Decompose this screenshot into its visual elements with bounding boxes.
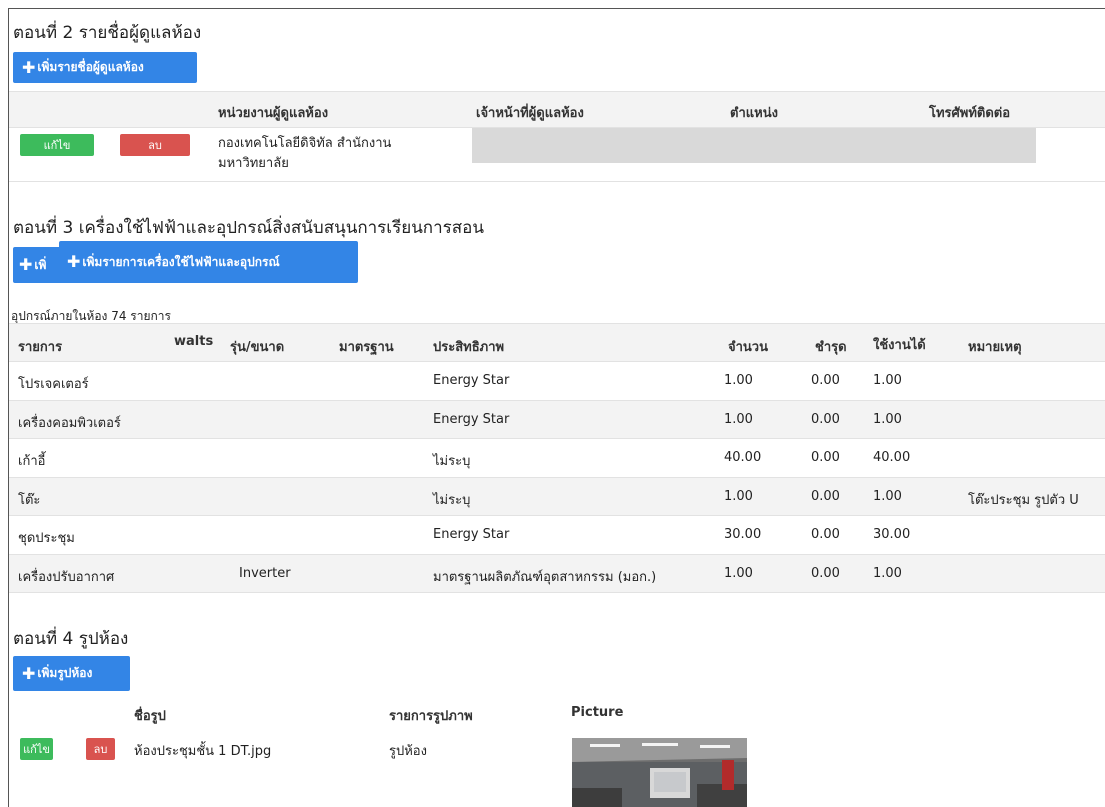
section-3-title: ตอนที่ 3 เครื่องใช้ไฟฟ้าและอุปกรณ์สิ่งสน…	[13, 218, 484, 238]
add-room-photo-button[interactable]: ✚ เพิ่มรูปห้อง	[13, 656, 130, 691]
equipment-cell-item: ชุดประชุม	[18, 531, 75, 546]
section-4-title: ตอนที่ 4 รูปห้อง	[13, 629, 129, 649]
add-caretaker-label: เพิ่มรายชื่อผู้ดูแลห้อง	[37, 60, 144, 74]
equipment-cell-usable: 1.00	[873, 411, 902, 427]
equipment-cell-efficiency: Energy Star	[433, 527, 510, 542]
equipment-cell-efficiency: ไม่ระบุ	[433, 492, 471, 508]
photo-name: ห้องประชุมชั้น 1 DT.jpg	[134, 744, 272, 759]
col-photo-category: รายการรูปภาพ	[389, 709, 473, 724]
col-picture: Picture	[571, 705, 624, 720]
equipment-cell-broken: 0.00	[811, 565, 840, 581]
col-agency: หน่วยงานผู้ดูแลห้อง	[218, 106, 329, 121]
equipment-cell-usable: 1.00	[873, 373, 902, 388]
delete-photo-button[interactable]: ลบ	[86, 738, 115, 760]
col-staff: เจ้าหน้าที่ผู้ดูแลห้อง	[476, 106, 584, 121]
caretaker-row: แก้ไข ลบ กองเทคโนโลยีดิจิทัล สำนักงาน มห…	[9, 128, 1105, 182]
col-walts: walts	[174, 334, 214, 349]
equipment-cell-broken: 0.00	[811, 373, 840, 388]
plus-icon: ✚	[22, 57, 36, 77]
col-position: ตำแหน่ง	[730, 106, 778, 121]
edit-caretaker-button[interactable]: แก้ไข	[20, 134, 94, 156]
photo-category: รูปห้อง	[389, 744, 427, 759]
col-standard: มาตรฐาน	[339, 340, 394, 355]
page-frame: ตอนที่ 2 รายชื่อผู้ดูแลห้อง ✚ เพิ่มรายชื…	[8, 8, 1105, 807]
caretaker-redacted-info	[472, 128, 1036, 163]
equipment-cell-broken: 0.00	[811, 450, 840, 465]
room-photo-thumbnail[interactable]	[572, 738, 747, 807]
add-equipment-clipped-label: เพิ่	[34, 257, 47, 272]
equipment-cell-item: เครื่องคอมพิวเตอร์	[18, 415, 121, 431]
plus-icon: ✚	[22, 663, 36, 683]
equipment-row: เครื่องปรับอากาศ Inverter มาตรฐานผลิตภัณฑ์…	[9, 554, 1105, 593]
col-model: รุ่น/ขนาด	[230, 340, 285, 355]
equipment-cell-efficiency: Energy Star	[433, 373, 510, 388]
equipment-cell-usable: 1.00	[873, 565, 902, 581]
equipment-cell-qty: 1.00	[724, 488, 753, 504]
equipment-cell-efficiency: ไม่ระบุ	[433, 454, 471, 469]
col-photo-name: ชื่อรูป	[134, 709, 166, 724]
add-equipment-label: เพิ่มรายการเครื่องใช้ไฟฟ้าและอุปกรณ์	[82, 254, 280, 269]
col-item: รายการ	[18, 340, 63, 355]
equipment-cell-qty: 1.00	[724, 565, 753, 581]
caretaker-agency-line1: กองเทคโนโลยีดิจิทัล สำนักงาน	[218, 136, 392, 151]
equipment-cell-item: โปรเจคเตอร์	[18, 377, 89, 392]
equipment-cell-qty: 30.00	[724, 527, 762, 542]
col-efficiency: ประสิทธิภาพ	[433, 340, 505, 355]
plus-icon: ✚	[67, 252, 81, 271]
equipment-cell-usable: 30.00	[873, 527, 911, 542]
equipment-cell-qty: 1.00	[724, 373, 753, 388]
equipment-cell-item: เก้าอี้	[18, 454, 46, 469]
col-qty: จำนวน	[728, 340, 768, 355]
add-caretaker-button[interactable]: ✚ เพิ่มรายชื่อผู้ดูแลห้อง	[13, 52, 197, 83]
equipment-cell-efficiency: Energy Star	[433, 411, 510, 427]
equipment-cell-broken: 0.00	[811, 527, 840, 542]
delete-caretaker-button[interactable]: ลบ	[120, 134, 190, 156]
col-usable: ใช้งานได้	[873, 338, 926, 353]
col-note: หมายเหตุ	[968, 340, 1022, 355]
equipment-row: โปรเจคเตอร์ Energy Star 1.00 0.00 1.00	[9, 362, 1105, 401]
equipment-cell-efficiency: มาตรฐานผลิตภัณฑ์อุตสาหกรรม (มอก.)	[433, 569, 657, 585]
edit-photo-button[interactable]: แก้ไข	[20, 738, 53, 760]
equipment-cell-usable: 40.00	[873, 450, 911, 465]
caretaker-agency-line2: มหาวิทยาลัย	[218, 156, 289, 171]
equipment-cell-qty: 1.00	[724, 411, 753, 427]
equipment-cell-broken: 0.00	[811, 488, 840, 504]
equipment-row: โต๊ะ ไม่ระบุ 1.00 0.00 1.00 โต๊ะประชุม รูปตัว…	[9, 477, 1105, 516]
equipment-cell-qty: 40.00	[724, 450, 762, 465]
equipment-row: เก้าอี้ ไม่ระบุ 40.00 0.00 40.00	[9, 439, 1105, 478]
plus-icon: ✚	[19, 255, 33, 274]
add-room-photo-label: เพิ่มรูปห้อง	[37, 666, 93, 680]
equipment-cell-note: โต๊ะประชุม รูปตัว U	[968, 492, 1079, 508]
equipment-cell-item: โต๊ะ	[18, 492, 41, 508]
equipment-cell-model: Inverter	[239, 565, 291, 581]
equipment-cell-broken: 0.00	[811, 411, 840, 427]
col-phone: โทรศัพท์ติดต่อ	[929, 106, 1011, 121]
equipment-table-header: รายการ walts รุ่น/ขนาด มาตรฐาน ประสิทธิภ…	[9, 323, 1105, 362]
equipment-cell-item: เครื่องปรับอากาศ	[18, 569, 115, 585]
col-broken: ชำรุด	[815, 340, 847, 355]
equipment-cell-usable: 1.00	[873, 488, 902, 504]
section-2-title: ตอนที่ 2 รายชื่อผู้ดูแลห้อง	[13, 23, 202, 43]
caretaker-table-header: หน่วยงานผู้ดูแลห้อง เจ้าหน้าที่ผู้ดูแลห้…	[9, 91, 1105, 128]
equipment-row: เครื่องคอมพิวเตอร์ Energy Star 1.00 0.00 1.0…	[9, 400, 1105, 439]
add-equipment-button[interactable]: ✚ เพิ่มรายการเครื่องใช้ไฟฟ้าและอุปกรณ์	[59, 241, 358, 283]
room-photo-image	[572, 738, 747, 807]
equipment-row: ชุดประชุม Energy Star 30.00 0.00 30.00	[9, 516, 1105, 555]
